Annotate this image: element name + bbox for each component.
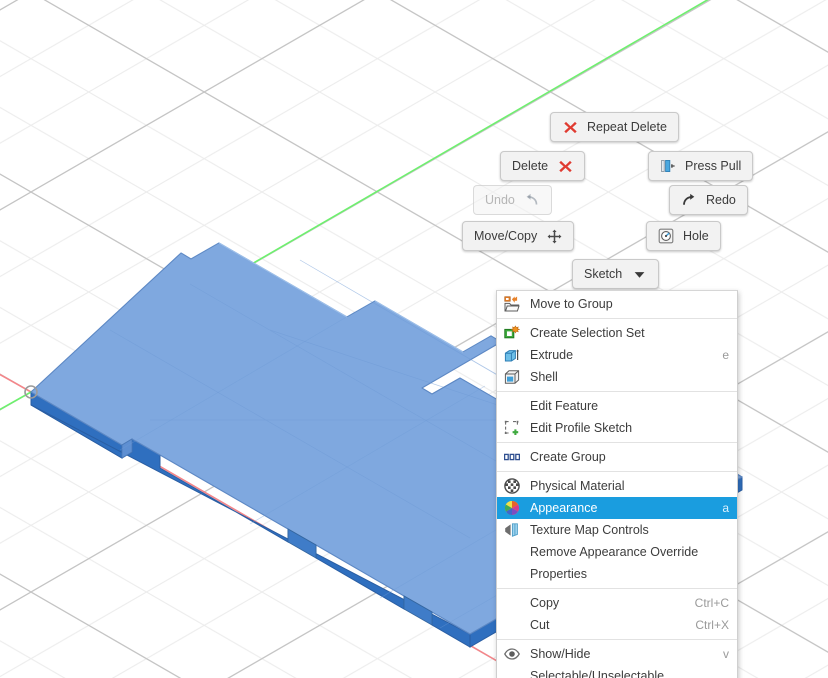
menu-item-accel: v (723, 647, 729, 661)
menu-item-label: Texture Map Controls (530, 522, 649, 537)
menu-item-label: Show/Hide (530, 646, 591, 661)
hole-icon (658, 228, 674, 244)
menu-item-shell[interactable]: Shell (497, 366, 737, 388)
texture-map-icon (503, 522, 521, 538)
no-icon-placeholder (503, 595, 521, 611)
undo-arrow-icon (524, 192, 540, 208)
menu-item-edit-feature[interactable]: Edit Feature (497, 395, 737, 417)
menu-item-remove-appearance-override[interactable]: Remove Appearance Override (497, 541, 737, 563)
menu-item-move-to-group[interactable]: Move to Group (497, 293, 737, 315)
menu-separator (497, 471, 737, 472)
menu-item-cut[interactable]: Cut Ctrl+X (497, 614, 737, 636)
menu-item-physical-material[interactable]: Physical Material (497, 475, 737, 497)
menu-item-copy[interactable]: Copy Ctrl+C (497, 592, 737, 614)
move-copy-button[interactable]: Move/Copy (462, 221, 575, 251)
redo-label: Redo (706, 192, 736, 207)
no-icon-placeholder (503, 617, 521, 633)
menu-item-label: Remove Appearance Override (530, 544, 699, 559)
menu-item-create-group[interactable]: Create Group (497, 446, 737, 468)
create-selection-set-icon (503, 325, 521, 341)
delete-button[interactable]: Delete (500, 151, 586, 181)
press-pull-button[interactable]: Press Pull (648, 151, 754, 181)
menu-item-label: Shell (530, 369, 558, 384)
no-icon-placeholder (503, 668, 521, 678)
menu-item-properties[interactable]: Properties (497, 563, 737, 585)
no-icon-placeholder (503, 544, 521, 560)
menu-item-extrude[interactable]: Extrude e (497, 344, 737, 366)
menu-separator (497, 391, 737, 392)
menu-separator (497, 588, 737, 589)
chevron-down-icon (631, 266, 647, 282)
menu-item-edit-profile-sketch[interactable]: Edit Profile Sketch (497, 417, 737, 439)
repeat-delete-label: Repeat Delete (587, 119, 667, 134)
press-pull-label: Press Pull (685, 158, 742, 173)
menu-separator (497, 318, 737, 319)
menu-item-accel: a (722, 501, 729, 515)
menu-separator (497, 442, 737, 443)
menu-item-appearance[interactable]: Appearance a (497, 497, 737, 519)
redo-button[interactable]: Redo (669, 185, 748, 215)
redo-arrow-icon (681, 192, 697, 208)
menu-item-show-hide[interactable]: Show/Hide v (497, 643, 737, 665)
menu-item-accel: Ctrl+C (694, 596, 729, 610)
move-to-group-icon (503, 296, 521, 312)
menu-item-label: Copy (530, 595, 560, 610)
undo-button[interactable]: Undo (473, 185, 552, 215)
menu-item-label: Edit Feature (530, 398, 599, 413)
menu-item-label: Create Selection Set (530, 325, 645, 340)
shell-icon (503, 369, 521, 385)
no-icon-placeholder (503, 566, 521, 582)
repeat-delete-button[interactable]: Repeat Delete (550, 112, 679, 142)
press-pull-icon (660, 158, 676, 174)
menu-item-label: Move to Group (530, 296, 613, 311)
undo-label: Undo (485, 192, 515, 207)
extrude-icon (503, 347, 521, 363)
menu-item-label: Physical Material (530, 478, 625, 493)
menu-item-label: Selectable/Unselectable (530, 668, 665, 678)
edit-profile-sketch-icon (503, 420, 521, 436)
create-group-icon (503, 449, 521, 465)
appearance-icon (503, 500, 521, 516)
eye-icon (503, 646, 521, 662)
red-x-icon (557, 158, 573, 174)
hole-label: Hole (683, 228, 709, 243)
move-copy-label: Move/Copy (474, 228, 538, 243)
physical-material-icon (503, 478, 521, 494)
menu-item-create-selection-set[interactable]: Create Selection Set (497, 322, 737, 344)
menu-item-label: Cut (530, 617, 550, 632)
cad-application-window: Repeat Delete Delete Undo Move/Copy Sket… (0, 0, 828, 678)
menu-item-accel: e (722, 348, 729, 362)
menu-item-label: Appearance (530, 500, 598, 515)
hole-button[interactable]: Hole (646, 221, 721, 251)
menu-item-label: Properties (530, 566, 587, 581)
menu-item-label: Edit Profile Sketch (530, 420, 633, 435)
menu-item-label: Extrude (530, 347, 574, 362)
menu-item-texture-map-controls[interactable]: Texture Map Controls (497, 519, 737, 541)
sketch-button[interactable]: Sketch (572, 259, 660, 289)
menu-item-accel: Ctrl+X (695, 618, 729, 632)
no-icon-placeholder (503, 398, 521, 414)
sketch-label: Sketch (584, 266, 623, 281)
menu-item-label: Create Group (530, 449, 606, 464)
menu-separator (497, 639, 737, 640)
menu-item-selectable-unselectable[interactable]: Selectable/Unselectable (497, 665, 737, 678)
context-menu[interactable]: Move to Group Create Selection Set Extru… (496, 290, 738, 678)
delete-label: Delete (512, 158, 549, 173)
red-x-icon (562, 119, 578, 135)
move-cross-icon (546, 228, 562, 244)
